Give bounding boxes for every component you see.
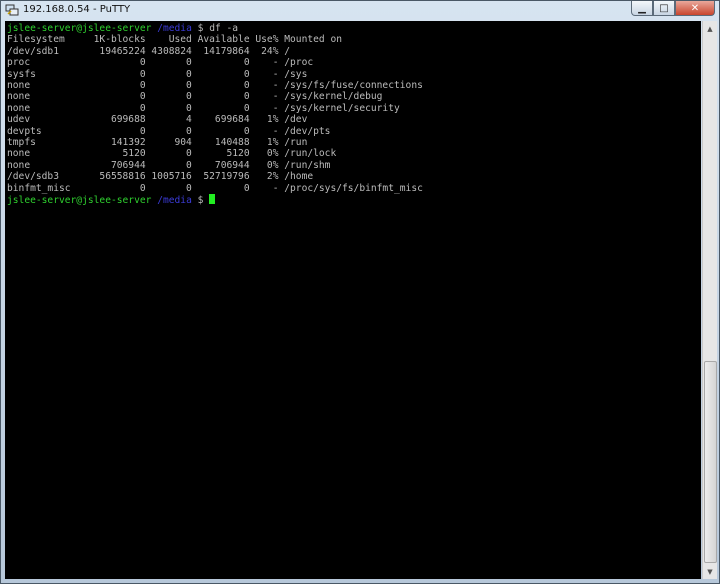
scrollbar-thumb[interactable]: [704, 361, 717, 563]
df-row: sysfs 0 0 0 - /sys: [7, 68, 308, 80]
title-bar[interactable]: 192.168.0.54 - PuTTY ▁ □ ✕: [1, 1, 719, 21]
command-text: df -a: [209, 23, 239, 34]
scroll-up-icon[interactable]: ▲: [703, 21, 717, 36]
putty-icon: [5, 4, 19, 16]
df-row: none 5120 0 5120 0% /run/lock: [7, 148, 337, 160]
df-row: none 0 0 0 - /sys/kernel/security: [7, 102, 400, 114]
maximize-button[interactable]: □: [653, 1, 675, 16]
terminal-area[interactable]: jslee-server@jslee-server /media $ df -a…: [5, 21, 701, 579]
prompt-user-host: jslee-server@jslee-server: [7, 195, 152, 207]
scroll-down-icon[interactable]: ▼: [703, 564, 717, 579]
close-button[interactable]: ✕: [675, 1, 715, 16]
prompt-symbol: $: [197, 195, 204, 207]
prompt-symbol: $: [197, 23, 204, 34]
df-row: udev 699688 4 699684 1% /dev: [7, 114, 308, 126]
prompt-user-host: jslee-server@jslee-server: [7, 23, 152, 34]
vertical-scrollbar[interactable]: ▲ ▼: [702, 21, 717, 579]
window-controls: ▁ □ ✕: [631, 1, 715, 16]
minimize-button[interactable]: ▁: [631, 1, 653, 16]
df-row: devpts 0 0 0 - /dev/pts: [7, 125, 331, 137]
window-title: 192.168.0.54 - PuTTY: [23, 4, 131, 15]
df-row: /dev/sdb1 19465224 4308824 14179864 24% …: [7, 45, 291, 57]
putty-window: 192.168.0.54 - PuTTY ▁ □ ✕ jslee-server@…: [0, 0, 720, 584]
df-row: tmpfs 141392 904 140488 1% /run: [7, 137, 308, 149]
prompt-line-2: jslee-server@jslee-server /media $: [7, 194, 216, 207]
terminal-output: jslee-server@jslee-server /media $ df -a…: [5, 21, 701, 207]
df-row: none 0 0 0 - /sys/fs/fuse/connections: [7, 80, 423, 92]
prompt-path: /media: [157, 195, 192, 207]
prompt-path: /media: [157, 23, 192, 34]
df-header: Filesystem 1K-blocks Used Available Use%…: [7, 34, 343, 46]
text-cursor: [209, 194, 216, 205]
df-row: proc 0 0 0 - /proc: [7, 57, 314, 69]
df-row: none 0 0 0 - /sys/kernel/debug: [7, 91, 383, 103]
prompt-line-1: jslee-server@jslee-server /media $ df -a: [7, 23, 238, 34]
df-row: /dev/sdb3 56558816 1005716 52719796 2% /…: [7, 171, 314, 183]
df-row: none 706944 0 706944 0% /run/shm: [7, 159, 331, 171]
df-row: binfmt_misc 0 0 0 - /proc/sys/fs/binfmt_…: [7, 182, 423, 194]
